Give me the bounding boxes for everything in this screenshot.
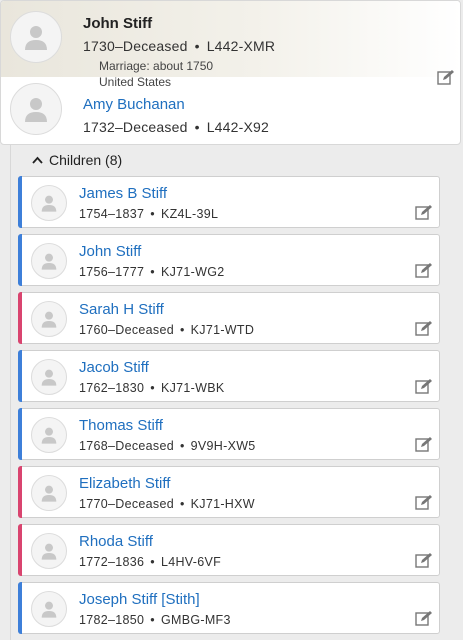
husband-details: 1730–Deceased • L442-XMR [83, 38, 275, 54]
child-name-link[interactable]: Thomas Stiff [79, 417, 163, 434]
child-lifespan: 1772–1836 [79, 555, 145, 569]
child-details: 1768–Deceased • 9V9H-XW5 [79, 439, 256, 453]
child-lifespan: 1754–1837 [79, 207, 145, 221]
sex-indicator-bar [18, 292, 22, 344]
child-avatar-icon[interactable] [31, 301, 67, 337]
sex-indicator-bar [18, 350, 22, 402]
child-id: 9V9H-XW5 [190, 439, 256, 453]
child-details: 1782–1850 • GMBG-MF3 [79, 613, 231, 627]
child-details: 1770–Deceased • KJ71-HXW [79, 497, 255, 511]
separator-dot: • [194, 119, 200, 135]
edit-pencil-icon[interactable] [415, 320, 433, 336]
wife-id: L442-X92 [206, 119, 270, 135]
separator-dot: • [179, 323, 185, 337]
separator-dot: • [194, 38, 200, 54]
husband-avatar-icon[interactable] [10, 11, 62, 63]
husband-lifespan: 1730–Deceased [83, 38, 188, 54]
child-name-link[interactable]: Rhoda Stiff [79, 533, 153, 550]
child-name-link[interactable]: Elizabeth Stiff [79, 475, 170, 492]
child-id: GMBG-MF3 [160, 613, 231, 627]
sex-indicator-bar [18, 466, 22, 518]
child-avatar-icon[interactable] [31, 475, 67, 511]
child-card[interactable]: John Stiff 1756–1777 • KJ71-WG2 [18, 234, 440, 286]
child-details: 1754–1837 • KZ4L-39L [79, 207, 218, 221]
edit-pencil-icon[interactable] [415, 378, 433, 394]
marriage-place: United States [99, 75, 172, 89]
child-avatar-icon[interactable] [31, 591, 67, 627]
husband-id: L442-XMR [206, 38, 276, 54]
child-card[interactable]: Rhoda Stiff 1772–1836 • L4HV-6VF [18, 524, 440, 576]
child-card[interactable]: James B Stiff 1754–1837 • KZ4L-39L [18, 176, 440, 228]
child-name-link[interactable]: Sarah H Stiff [79, 301, 164, 318]
couple-card: John Stiff 1730–Deceased • L442-XMR Marria… [0, 0, 461, 145]
sex-indicator-bar [18, 408, 22, 460]
child-avatar-icon[interactable] [31, 185, 67, 221]
separator-dot: • [150, 207, 155, 221]
child-card[interactable]: Sarah H Stiff 1760–Deceased • KJ71-WTD [18, 292, 440, 344]
children-toggle[interactable]: Children (8) [32, 152, 122, 168]
child-details: 1756–1777 • KJ71-WG2 [79, 265, 225, 279]
separator-dot: • [179, 497, 185, 511]
child-avatar-icon[interactable] [31, 417, 67, 453]
child-id: KJ71-WBK [160, 381, 225, 395]
child-avatar-icon[interactable] [31, 533, 67, 569]
children-header-label: Children (8) [49, 152, 123, 168]
child-details: 1762–1830 • KJ71-WBK [79, 381, 225, 395]
child-id: L4HV-6VF [160, 555, 222, 569]
child-lifespan: 1756–1777 [79, 265, 145, 279]
child-name-link[interactable]: Joseph Stiff [Stith] [79, 591, 200, 608]
edit-pencil-icon[interactable] [415, 262, 433, 278]
child-id: KJ71-HXW [190, 497, 255, 511]
edit-pencil-icon[interactable] [415, 610, 433, 626]
child-lifespan: 1770–Deceased [79, 497, 174, 511]
child-card[interactable]: Elizabeth Stiff 1770–Deceased • KJ71-HXW [18, 466, 440, 518]
sex-indicator-bar [18, 176, 22, 228]
edit-pencil-icon[interactable] [415, 204, 433, 220]
child-name-link[interactable]: John Stiff [79, 243, 141, 260]
child-lifespan: 1762–1830 [79, 381, 145, 395]
separator-dot: • [150, 265, 155, 279]
child-id: KJ71-WTD [190, 323, 255, 337]
sex-indicator-bar [18, 234, 22, 286]
child-card[interactable]: Thomas Stiff 1768–Deceased • 9V9H-XW5 [18, 408, 440, 460]
child-id: KJ71-WG2 [160, 265, 225, 279]
edit-pencil-icon[interactable] [437, 69, 455, 85]
wife-avatar-icon[interactable] [10, 83, 62, 135]
chevron-up-icon [32, 156, 43, 164]
separator-dot: • [179, 439, 185, 453]
wife-details: 1732–Deceased • L442-X92 [83, 119, 269, 135]
sex-indicator-bar [18, 582, 22, 634]
child-name-link[interactable]: Jacob Stiff [79, 359, 149, 376]
separator-dot: • [150, 381, 155, 395]
separator-dot: • [150, 555, 155, 569]
edit-pencil-icon[interactable] [415, 552, 433, 568]
child-card[interactable]: Joseph Stiff [Stith] 1782–1850 • GMBG-MF3 [18, 582, 440, 634]
marriage-label: Marriage: about 1750 [99, 59, 214, 73]
child-card[interactable]: Jacob Stiff 1762–1830 • KJ71-WBK [18, 350, 440, 402]
separator-dot: • [150, 613, 155, 627]
wife-name-link[interactable]: Amy Buchanan [83, 96, 185, 113]
child-name-link[interactable]: James B Stiff [79, 185, 167, 202]
sex-indicator-bar [18, 524, 22, 576]
child-id: KZ4L-39L [160, 207, 219, 221]
child-lifespan: 1782–1850 [79, 613, 145, 627]
child-lifespan: 1760–Deceased [79, 323, 174, 337]
child-lifespan: 1768–Deceased [79, 439, 174, 453]
husband-name: John Stiff [83, 15, 153, 32]
child-avatar-icon[interactable] [31, 359, 67, 395]
child-details: 1760–Deceased • KJ71-WTD [79, 323, 254, 337]
edit-pencil-icon[interactable] [415, 494, 433, 510]
wife-lifespan: 1732–Deceased [83, 119, 188, 135]
child-avatar-icon[interactable] [31, 243, 67, 279]
child-details: 1772–1836 • L4HV-6VF [79, 555, 221, 569]
edit-pencil-icon[interactable] [415, 436, 433, 452]
